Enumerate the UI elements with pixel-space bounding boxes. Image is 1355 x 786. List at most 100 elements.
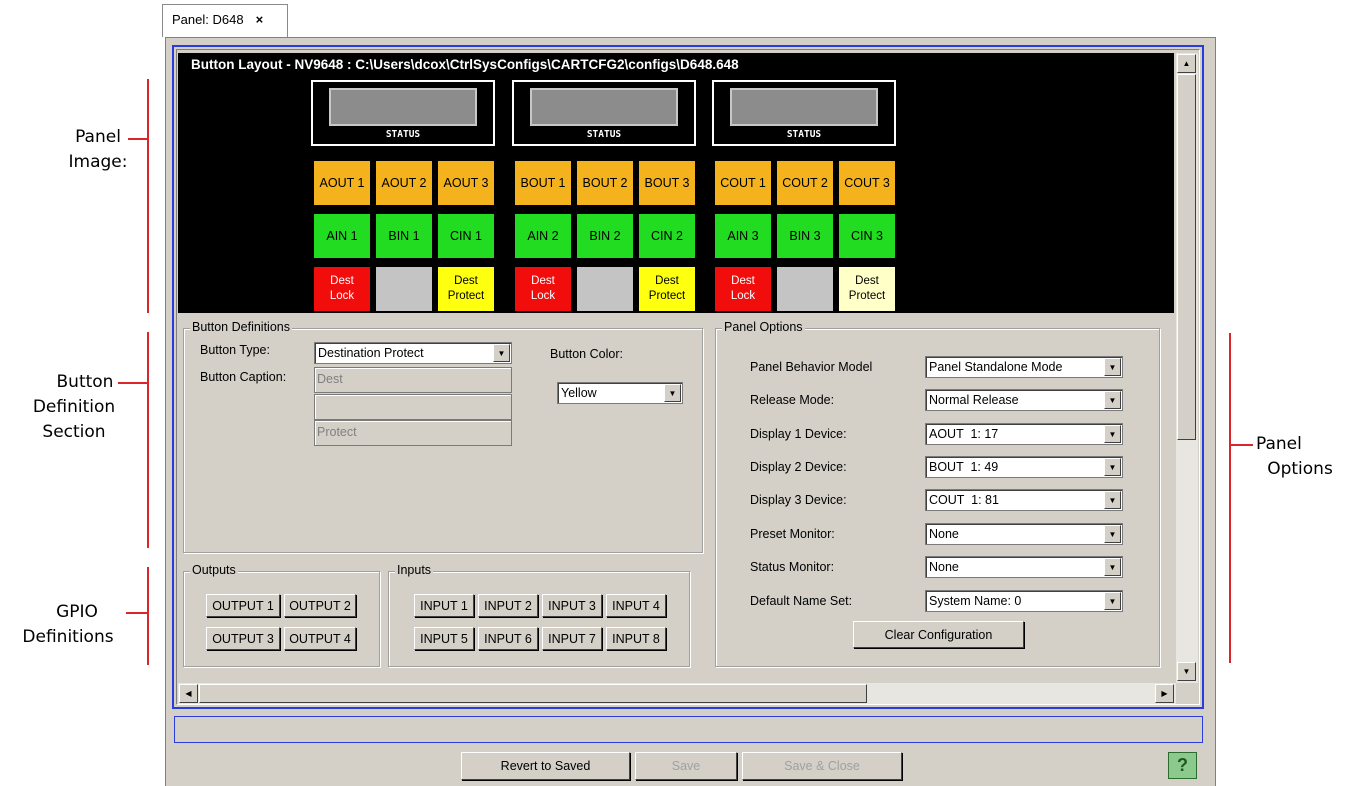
- input-1-button[interactable]: INPUT 1: [414, 594, 474, 617]
- caption-line-2-field[interactable]: [314, 394, 512, 420]
- display-2-device-select[interactable]: BOUT 1: 49 ▼: [925, 456, 1123, 478]
- status-display[interactable]: STATUS: [512, 80, 696, 146]
- input-6-button[interactable]: INPUT 6: [478, 627, 538, 650]
- blank-panel-button[interactable]: [576, 266, 634, 312]
- inputs-legend: Inputs: [395, 563, 434, 577]
- status-display[interactable]: STATUS: [712, 80, 896, 146]
- tab-panel-d648[interactable]: Panel: D648 ×: [162, 4, 288, 37]
- panel-button-out[interactable]: COUT 2: [776, 160, 834, 206]
- chevron-down-icon[interactable]: ▼: [1104, 425, 1121, 443]
- chevron-down-icon[interactable]: ▼: [1104, 491, 1121, 509]
- button-color-select[interactable]: Yellow ▼: [557, 382, 683, 404]
- button-color-label: Button Color:: [550, 347, 623, 361]
- caption-line-3-field[interactable]: Protect: [314, 420, 512, 446]
- blank-panel-button[interactable]: [375, 266, 433, 312]
- button-type-select[interactable]: Destination Protect ▼: [314, 342, 512, 364]
- chevron-down-icon[interactable]: ▼: [493, 344, 510, 362]
- outputs-legend: Outputs: [190, 563, 238, 577]
- display-3-device-select[interactable]: COUT 1: 81 ▼: [925, 489, 1123, 511]
- dest-lock-button[interactable]: Dest Lock: [514, 266, 572, 312]
- callout-line: [128, 138, 148, 140]
- callout-panel-image: Panel Image:: [68, 127, 128, 172]
- input-8-button[interactable]: INPUT 8: [606, 627, 666, 650]
- horizontal-scrollbar[interactable]: ◀ ▶: [178, 683, 1176, 704]
- scroll-up-icon[interactable]: ▲: [1177, 54, 1196, 73]
- display-1-device-select[interactable]: AOUT 1: 17 ▼: [925, 423, 1123, 445]
- chevron-down-icon[interactable]: ▼: [664, 384, 681, 402]
- callout-line: [118, 382, 148, 384]
- dest-protect-button-selected[interactable]: Dest Protect: [838, 266, 896, 312]
- vertical-scrollbar[interactable]: ▲ ▼: [1176, 53, 1198, 683]
- input-2-button[interactable]: INPUT 2: [478, 594, 538, 617]
- caption-line-1-field[interactable]: Dest: [314, 367, 512, 393]
- scroll-down-icon[interactable]: ▼: [1177, 662, 1196, 681]
- chevron-down-icon[interactable]: ▼: [1104, 458, 1121, 476]
- preset-monitor-select[interactable]: None ▼: [925, 523, 1123, 545]
- status-lcd: [329, 88, 477, 126]
- chevron-down-icon[interactable]: ▼: [1104, 391, 1121, 409]
- panel-image: Button Layout - NV9648 : C:\Users\dcox\C…: [178, 53, 1174, 313]
- blank-panel-button[interactable]: [776, 266, 834, 312]
- output-3-button[interactable]: OUTPUT 3: [206, 627, 280, 650]
- help-icon[interactable]: ?: [1168, 752, 1197, 779]
- status-label: STATUS: [586, 129, 622, 140]
- panel-button-in[interactable]: BIN 2: [576, 213, 634, 259]
- close-icon[interactable]: ×: [256, 12, 264, 27]
- clear-configuration-button[interactable]: Clear Configuration: [853, 621, 1024, 648]
- input-3-button[interactable]: INPUT 3: [542, 594, 602, 617]
- panel-button-out[interactable]: AOUT 2: [375, 160, 433, 206]
- callout-bracket: [1229, 333, 1231, 663]
- revert-to-saved-button[interactable]: Revert to Saved: [461, 752, 630, 780]
- panel-button-out[interactable]: COUT 1: [714, 160, 772, 206]
- option-label: Display 3 Device:: [750, 493, 847, 507]
- status-display[interactable]: STATUS: [311, 80, 495, 146]
- release-mode-select[interactable]: Normal Release ▼: [925, 389, 1123, 411]
- dest-lock-button[interactable]: Dest Lock: [714, 266, 772, 312]
- save-button[interactable]: Save: [635, 752, 737, 780]
- callout-bracket: [147, 79, 149, 313]
- input-5-button[interactable]: INPUT 5: [414, 627, 474, 650]
- output-4-button[interactable]: OUTPUT 4: [284, 627, 356, 650]
- scroll-left-icon[interactable]: ◀: [179, 684, 198, 703]
- status-monitor-select[interactable]: None ▼: [925, 556, 1123, 578]
- panel-button-in[interactable]: AIN 2: [514, 213, 572, 259]
- status-bar: [174, 716, 1203, 743]
- panel-button-out[interactable]: COUT 3: [838, 160, 896, 206]
- horizontal-scroll-thumb[interactable]: [199, 684, 867, 703]
- output-2-button[interactable]: OUTPUT 2: [284, 594, 356, 617]
- callout-gpio: GPIO Definitions: [22, 602, 114, 647]
- vertical-scroll-thumb[interactable]: [1177, 74, 1196, 440]
- dest-protect-button[interactable]: Dest Protect: [638, 266, 696, 312]
- panel-button-in[interactable]: BIN 1: [375, 213, 433, 259]
- panel-button-in[interactable]: CIN 2: [638, 213, 696, 259]
- output-1-button[interactable]: OUTPUT 1: [206, 594, 280, 617]
- panel-behavior-select[interactable]: Panel Standalone Mode ▼: [925, 356, 1123, 378]
- callout-bracket: [147, 332, 149, 548]
- input-4-button[interactable]: INPUT 4: [606, 594, 666, 617]
- panel-button-in[interactable]: AIN 3: [714, 213, 772, 259]
- dest-protect-button[interactable]: Dest Protect: [437, 266, 495, 312]
- status-lcd: [530, 88, 678, 126]
- panel-button-out[interactable]: BOUT 1: [514, 160, 572, 206]
- outputs-group: Outputs: [183, 563, 380, 667]
- scroll-right-icon[interactable]: ▶: [1155, 684, 1174, 703]
- chevron-down-icon[interactable]: ▼: [1104, 358, 1121, 376]
- chevron-down-icon[interactable]: ▼: [1104, 558, 1121, 576]
- panel-button-out[interactable]: AOUT 3: [437, 160, 495, 206]
- save-and-close-button[interactable]: Save & Close: [742, 752, 902, 780]
- dest-lock-button[interactable]: Dest Lock: [313, 266, 371, 312]
- tab-label: Panel: D648: [172, 12, 244, 27]
- panel-button-out[interactable]: BOUT 2: [576, 160, 634, 206]
- panel-button-in[interactable]: AIN 1: [313, 213, 371, 259]
- panel-button-in[interactable]: CIN 3: [838, 213, 896, 259]
- default-name-set-select[interactable]: System Name: 0 ▼: [925, 590, 1123, 612]
- panel-button-in[interactable]: BIN 3: [776, 213, 834, 259]
- panel-button-out[interactable]: AOUT 1: [313, 160, 371, 206]
- chevron-down-icon[interactable]: ▼: [1104, 525, 1121, 543]
- panel-button-in[interactable]: CIN 1: [437, 213, 495, 259]
- panel-options-legend: Panel Options: [722, 320, 805, 334]
- chevron-down-icon[interactable]: ▼: [1104, 592, 1121, 610]
- status-label: STATUS: [385, 129, 421, 140]
- panel-button-out[interactable]: BOUT 3: [638, 160, 696, 206]
- input-7-button[interactable]: INPUT 7: [542, 627, 602, 650]
